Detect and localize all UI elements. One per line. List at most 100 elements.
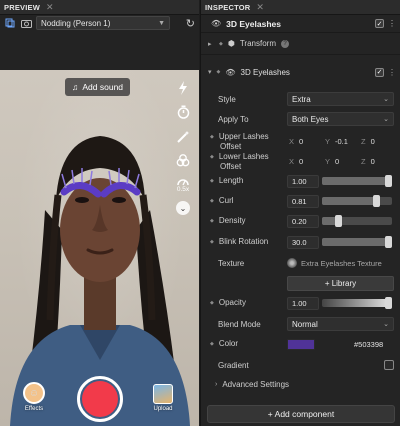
slider-thumb[interactable] xyxy=(373,195,380,207)
chevron-down-icon: ⌄ xyxy=(383,96,389,103)
style-value: Extra xyxy=(292,94,311,104)
chevron-down-icon: ▼ xyxy=(158,19,165,27)
apply-to-row: Apply To Both Eyes ⌄ xyxy=(201,109,400,129)
record-icon xyxy=(82,381,118,417)
length-row: Length 1.00 xyxy=(201,171,400,191)
slider-thumb[interactable] xyxy=(385,236,392,248)
object-enabled-checkbox[interactable]: ✓ xyxy=(375,19,384,28)
preview-video-select[interactable]: Nodding (Person 1) ▼ xyxy=(36,16,170,30)
upper-offset-y[interactable]: Y -0.1 xyxy=(325,137,361,146)
beautify-wand-icon[interactable] xyxy=(172,124,194,148)
gradient-checkbox[interactable] xyxy=(384,360,394,370)
preview-viewport[interactable]: ♫ Add sound 0.5x ⌄ ☺ Effects Upload xyxy=(0,70,199,426)
density-slider[interactable] xyxy=(322,215,392,227)
blink-label: Blink Rotation xyxy=(210,237,268,247)
curl-slider[interactable] xyxy=(322,195,392,207)
lower-offset-x[interactable]: X0 xyxy=(289,157,325,166)
upper-offset-z[interactable]: Z0 xyxy=(361,137,397,146)
effects-label: Effects xyxy=(24,406,44,412)
curl-input[interactable]: 0.81 xyxy=(287,194,319,208)
upper-offset-x[interactable]: X0 xyxy=(289,137,325,146)
texture-field[interactable]: Extra Eyelashes Texture xyxy=(287,256,394,270)
object-header: 👁 3D Eyelashes ✓ ⋮ xyxy=(201,15,400,33)
close-icon[interactable]: ✕ xyxy=(46,2,54,12)
component-header[interactable]: ▾ ◆ 👁 3D Eyelashes ✓ ⋮ xyxy=(201,61,400,83)
camera-icon[interactable] xyxy=(20,17,32,29)
apply-to-select[interactable]: Both Eyes ⌄ xyxy=(287,112,394,126)
diamond-icon: ◆ xyxy=(216,69,221,75)
inspector-panel: INSPECTOR ✕ 👁 3D Eyelashes ✓ ⋮ ▸ ◆ ⬢ Tra… xyxy=(200,0,400,426)
style-row: Style Extra ⌄ xyxy=(201,89,400,109)
upper-offset-y-value: -0.1 xyxy=(335,136,348,146)
gradient-row: Gradient xyxy=(201,355,400,375)
advanced-label: Advanced Settings xyxy=(222,379,290,389)
chevron-down-icon: ⌄ xyxy=(383,321,389,328)
library-button[interactable]: + Library xyxy=(287,275,394,291)
lower-offset-label-line1: Lower Lashes xyxy=(218,151,269,161)
color-row: Color #503398 xyxy=(201,334,400,354)
lower-offset-z[interactable]: Z0 xyxy=(361,157,397,166)
chevron-right-icon: ▸ xyxy=(208,40,212,48)
slider-thumb[interactable] xyxy=(335,215,342,227)
texture-value: Extra Eyelashes Texture xyxy=(301,258,382,268)
texture-icon xyxy=(287,258,297,268)
density-row: Density 0.20 xyxy=(201,211,400,231)
upper-offset-x-value: 0 xyxy=(299,136,304,146)
effects-button[interactable]: ☺ Effects xyxy=(21,382,47,412)
record-button[interactable] xyxy=(77,376,123,422)
refresh-icon[interactable]: ↻ xyxy=(186,17,195,30)
simulator-icon[interactable] xyxy=(4,17,16,29)
flash-icon[interactable] xyxy=(172,76,194,100)
filters-icon[interactable] xyxy=(172,148,194,172)
blink-slider[interactable] xyxy=(322,236,392,248)
more-controls[interactable]: ⌄ xyxy=(172,196,194,220)
curl-label: Curl xyxy=(210,196,234,206)
blink-input[interactable]: 30.0 xyxy=(287,235,319,249)
slider-thumb[interactable] xyxy=(385,297,392,309)
inspector-tab[interactable]: INSPECTOR ✕ xyxy=(201,0,400,15)
advanced-settings-toggle[interactable]: › Advanced Settings xyxy=(215,380,289,389)
opacity-input[interactable]: 1.00 xyxy=(287,296,319,310)
eyelashes-icon: 👁 xyxy=(211,19,222,28)
upload-button[interactable]: Upload xyxy=(151,384,175,412)
preview-panel: PREVIEW ✕ Nodding (Person 1) ▼ ↻ ♫ Add s… xyxy=(0,0,199,426)
density-label: Density xyxy=(210,216,246,226)
lower-offset-z-value: 0 xyxy=(370,156,375,166)
lower-offset-y[interactable]: Y0 xyxy=(325,157,361,166)
color-swatch[interactable] xyxy=(287,338,315,350)
preview-side-controls: 0.5x ⌄ xyxy=(172,76,194,220)
component-enabled-checkbox[interactable]: ✓ xyxy=(375,67,384,77)
preview-toolbar: Nodding (Person 1) ▼ ↻ xyxy=(0,15,199,31)
more-options-icon[interactable]: ⋮ xyxy=(388,19,396,28)
length-input[interactable]: 1.00 xyxy=(287,174,319,188)
upper-offset-label: Upper LashesOffset xyxy=(210,132,269,151)
lower-offset-label-line2: Offset xyxy=(220,161,242,171)
add-sound-button[interactable]: ♫ Add sound xyxy=(65,78,131,96)
slider-fill xyxy=(322,177,388,185)
speed-control[interactable]: 0.5x xyxy=(172,172,194,196)
opacity-slider[interactable] xyxy=(322,297,392,309)
blend-select[interactable]: Normal ⌄ xyxy=(287,317,394,331)
smiley-face-icon: ☺ xyxy=(23,382,45,404)
slider-thumb[interactable] xyxy=(385,175,392,187)
add-component-button[interactable]: + Add component xyxy=(207,405,395,423)
preview-tab-label: PREVIEW xyxy=(4,2,40,12)
density-input[interactable]: 0.20 xyxy=(287,214,319,228)
speed-value: 0.5x xyxy=(176,185,190,193)
eyelashes-icon: 👁 xyxy=(225,67,236,77)
length-slider[interactable] xyxy=(322,175,392,187)
object-name[interactable]: 3D Eyelashes xyxy=(226,19,281,29)
z-axis-label: Z xyxy=(361,136,366,146)
preview-tab[interactable]: PREVIEW ✕ xyxy=(0,0,199,15)
length-label: Length xyxy=(210,176,243,186)
close-icon[interactable]: ✕ xyxy=(256,2,264,12)
cube-icon: ⬢ xyxy=(227,39,235,48)
style-select[interactable]: Extra ⌄ xyxy=(287,92,394,106)
transform-section[interactable]: ▸ ◆ ⬢ Transform ? xyxy=(201,33,400,55)
info-icon[interactable]: ? xyxy=(281,39,289,48)
color-hex[interactable]: #503398 xyxy=(354,340,383,349)
timer-icon[interactable] xyxy=(172,100,194,124)
apply-to-label: Apply To xyxy=(218,114,249,124)
apply-to-value: Both Eyes xyxy=(292,114,329,124)
more-options-icon[interactable]: ⋮ xyxy=(388,68,396,77)
